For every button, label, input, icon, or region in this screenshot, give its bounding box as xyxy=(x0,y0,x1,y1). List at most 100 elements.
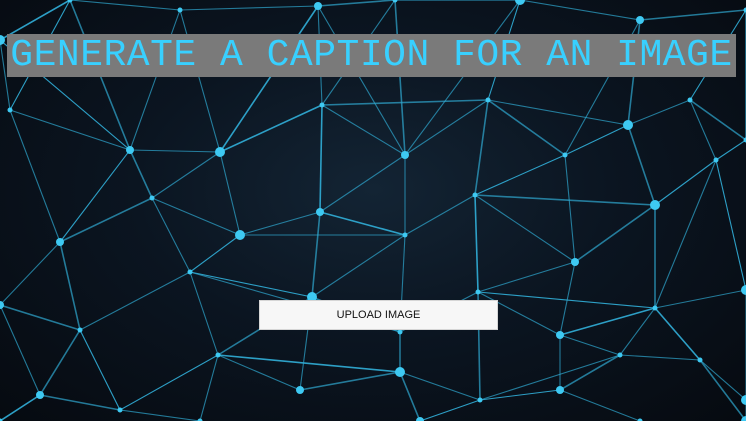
network-line xyxy=(474,99,489,196)
network-node xyxy=(416,417,424,421)
network-node xyxy=(36,391,44,399)
page-title: GENERATE A CAPTION FOR AN IMAGE xyxy=(10,33,733,77)
network-line xyxy=(477,261,576,293)
network-node xyxy=(319,102,325,108)
network-line xyxy=(0,304,41,396)
network-line xyxy=(394,0,406,156)
network-node xyxy=(314,2,322,10)
network-line xyxy=(79,271,191,331)
page-root: GENERATE A CAPTION FOR AN IMAGE UPLOAD I… xyxy=(0,0,746,421)
network-line xyxy=(129,149,153,199)
network-line xyxy=(299,371,401,391)
network-line xyxy=(559,307,656,336)
network-node xyxy=(562,152,568,158)
network-line xyxy=(699,359,746,401)
network-line xyxy=(399,371,421,421)
network-line xyxy=(479,354,621,401)
title-banner: GENERATE A CAPTION FOR AN IMAGE xyxy=(7,34,736,77)
network-line xyxy=(639,9,746,21)
network-node xyxy=(316,208,324,216)
network-line xyxy=(0,394,41,421)
network-node xyxy=(636,16,644,24)
network-node xyxy=(149,195,155,201)
network-line xyxy=(559,261,576,336)
network-node xyxy=(187,269,193,275)
network-line xyxy=(0,304,81,331)
network-node xyxy=(556,331,564,339)
network-node xyxy=(475,289,481,295)
network-line xyxy=(151,197,191,273)
network-line xyxy=(0,241,61,306)
network-node xyxy=(7,107,13,113)
network-line xyxy=(199,354,219,421)
upload-image-button[interactable]: UPLOAD IMAGE xyxy=(259,300,498,330)
network-line xyxy=(9,109,131,151)
network-line xyxy=(239,211,321,236)
network-node xyxy=(741,416,746,421)
network-line xyxy=(321,99,489,106)
network-line xyxy=(419,399,481,421)
network-line xyxy=(474,194,656,206)
network-line xyxy=(321,104,406,156)
network-node xyxy=(697,357,703,363)
network-line xyxy=(564,154,576,263)
network-line xyxy=(474,194,576,263)
network-line xyxy=(564,124,629,156)
network-node xyxy=(397,329,403,335)
network-line xyxy=(654,289,746,309)
network-line xyxy=(715,139,746,161)
network-line xyxy=(317,5,406,156)
network-line xyxy=(619,354,701,361)
network-line xyxy=(217,354,301,391)
network-line xyxy=(119,354,219,411)
network-node xyxy=(556,386,564,394)
network-line xyxy=(487,99,629,126)
network-line xyxy=(189,234,241,273)
network-line xyxy=(317,0,396,7)
network-node xyxy=(126,146,134,154)
network-node xyxy=(623,120,633,130)
network-line xyxy=(189,271,313,298)
network-line xyxy=(404,194,476,236)
network-line xyxy=(151,197,241,236)
network-node xyxy=(402,232,408,238)
network-line xyxy=(404,99,489,156)
network-node xyxy=(177,7,183,13)
network-line xyxy=(59,241,81,331)
network-node xyxy=(741,285,746,295)
network-line xyxy=(479,389,561,401)
network-line xyxy=(129,149,221,153)
network-line xyxy=(474,194,479,293)
network-node xyxy=(77,327,83,333)
network-line xyxy=(399,371,481,401)
network-line xyxy=(311,234,406,298)
network-node xyxy=(296,386,304,394)
network-line xyxy=(79,329,121,411)
network-line xyxy=(319,154,406,213)
network-line xyxy=(619,307,656,356)
network-line xyxy=(311,211,321,298)
network-line xyxy=(179,9,221,153)
network-node xyxy=(617,352,623,358)
network-line xyxy=(319,211,406,236)
network-node xyxy=(56,238,64,246)
network-line xyxy=(574,204,656,263)
network-line xyxy=(627,124,656,206)
network-node xyxy=(401,151,409,159)
network-node xyxy=(650,200,660,210)
network-line xyxy=(39,394,121,411)
network-line xyxy=(319,104,323,213)
network-line xyxy=(217,354,401,373)
network-node xyxy=(713,157,719,163)
network-line xyxy=(189,271,219,356)
network-line xyxy=(519,0,641,21)
network-line xyxy=(129,9,181,151)
network-node xyxy=(687,97,693,103)
network-line xyxy=(715,159,746,291)
network-node xyxy=(395,367,405,377)
network-line xyxy=(59,149,131,243)
network-node xyxy=(117,407,123,413)
network-node xyxy=(485,97,491,103)
network-line xyxy=(69,0,181,11)
network-node xyxy=(215,147,225,157)
